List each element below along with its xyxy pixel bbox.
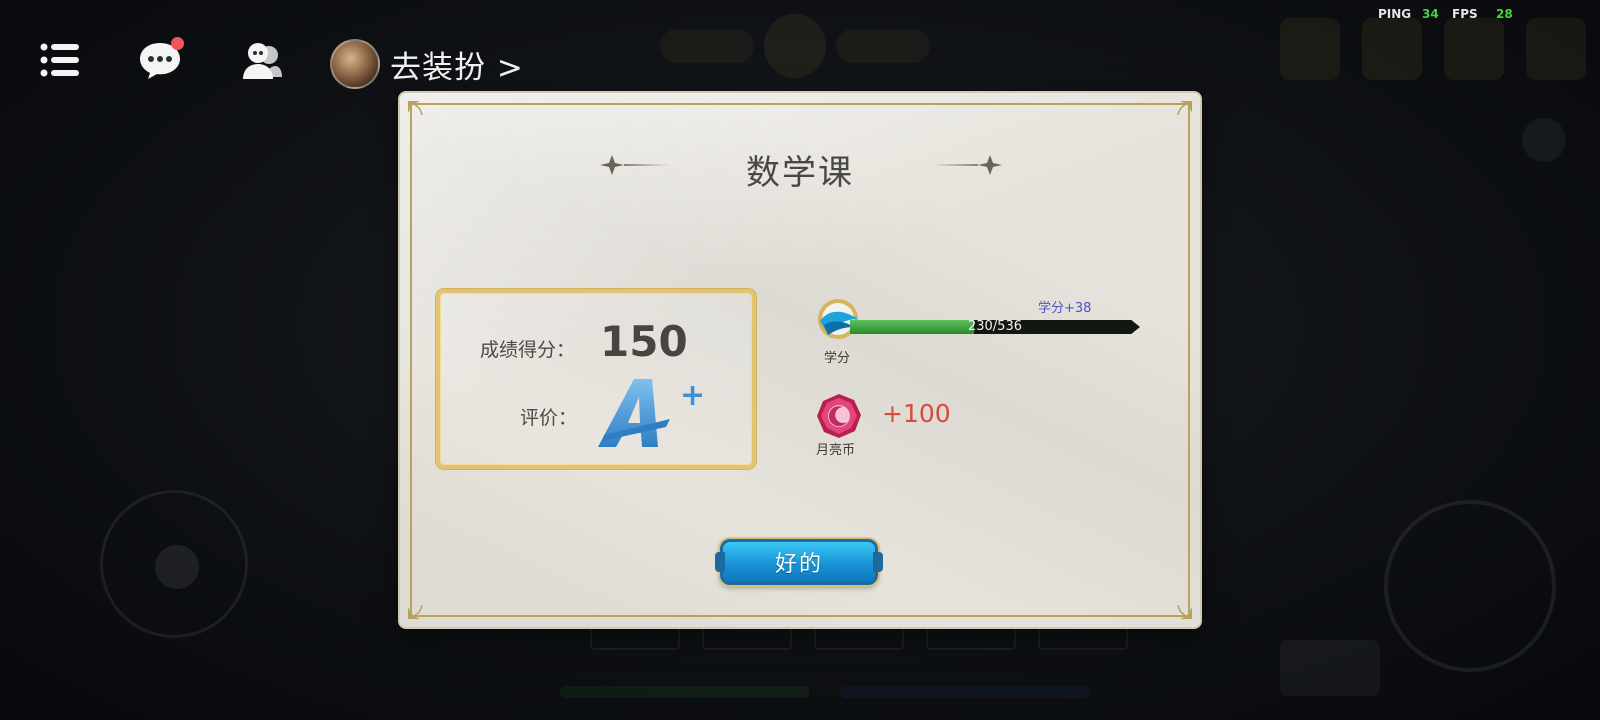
moon-coin-icon xyxy=(817,394,861,438)
score-panel: 成绩得分： 150 评价： + xyxy=(436,289,756,469)
ok-button-cap-left xyxy=(715,552,725,572)
grade-plus-text: + xyxy=(680,378,705,413)
moon-coin-reward-row: 月亮币 +100 xyxy=(816,393,1016,463)
class-result-dialog: 数学课 成绩得分： 150 评价： + 学分 学分+38 230/536 月亮币… xyxy=(400,93,1200,627)
dress-up-button[interactable]: 去装扮 > xyxy=(330,38,524,90)
fps-label: FPS xyxy=(1452,7,1478,21)
corner-ornament-icon xyxy=(1177,101,1192,116)
score-value: 150 xyxy=(600,317,688,366)
friends-button[interactable] xyxy=(236,34,288,86)
ok-button-label: 好的 xyxy=(774,552,823,577)
score-label: 成绩得分： xyxy=(480,339,576,361)
ok-button[interactable]: 好的 xyxy=(715,539,883,585)
moon-coin-name: 月亮币 xyxy=(816,443,856,458)
avatar xyxy=(330,39,380,89)
fps-value: 28 xyxy=(1496,7,1513,21)
credit-name: 学分 xyxy=(824,351,851,366)
corner-ornament-icon xyxy=(1177,604,1192,619)
friends-icon xyxy=(243,43,282,79)
dialog-title: 数学课 xyxy=(746,153,854,193)
menu-button[interactable] xyxy=(34,34,86,86)
chat-button[interactable] xyxy=(134,34,186,86)
chat-notification-dot xyxy=(171,37,184,50)
menu-list-icon xyxy=(40,43,79,77)
grade-a-plus-icon: + xyxy=(598,378,705,447)
ping-label: PING xyxy=(1378,7,1412,21)
dress-up-label: 去装扮 > xyxy=(390,49,524,86)
credit-progress-bar: 230/536 xyxy=(850,320,1140,334)
ping-value: 34 xyxy=(1422,7,1439,21)
corner-ornament-icon xyxy=(408,604,423,619)
title-sparkle-icon xyxy=(932,155,1002,175)
credit-bonus: 学分+38 xyxy=(1038,301,1092,316)
grade-label: 评价： xyxy=(520,407,578,429)
moon-coin-amount: +100 xyxy=(882,399,951,428)
credit-progress-row: 学分 学分+38 230/536 xyxy=(816,297,1146,377)
corner-ornament-icon xyxy=(408,101,423,116)
ok-button-cap-right xyxy=(873,552,883,572)
credit-progress-text: 230/536 xyxy=(967,319,1022,334)
